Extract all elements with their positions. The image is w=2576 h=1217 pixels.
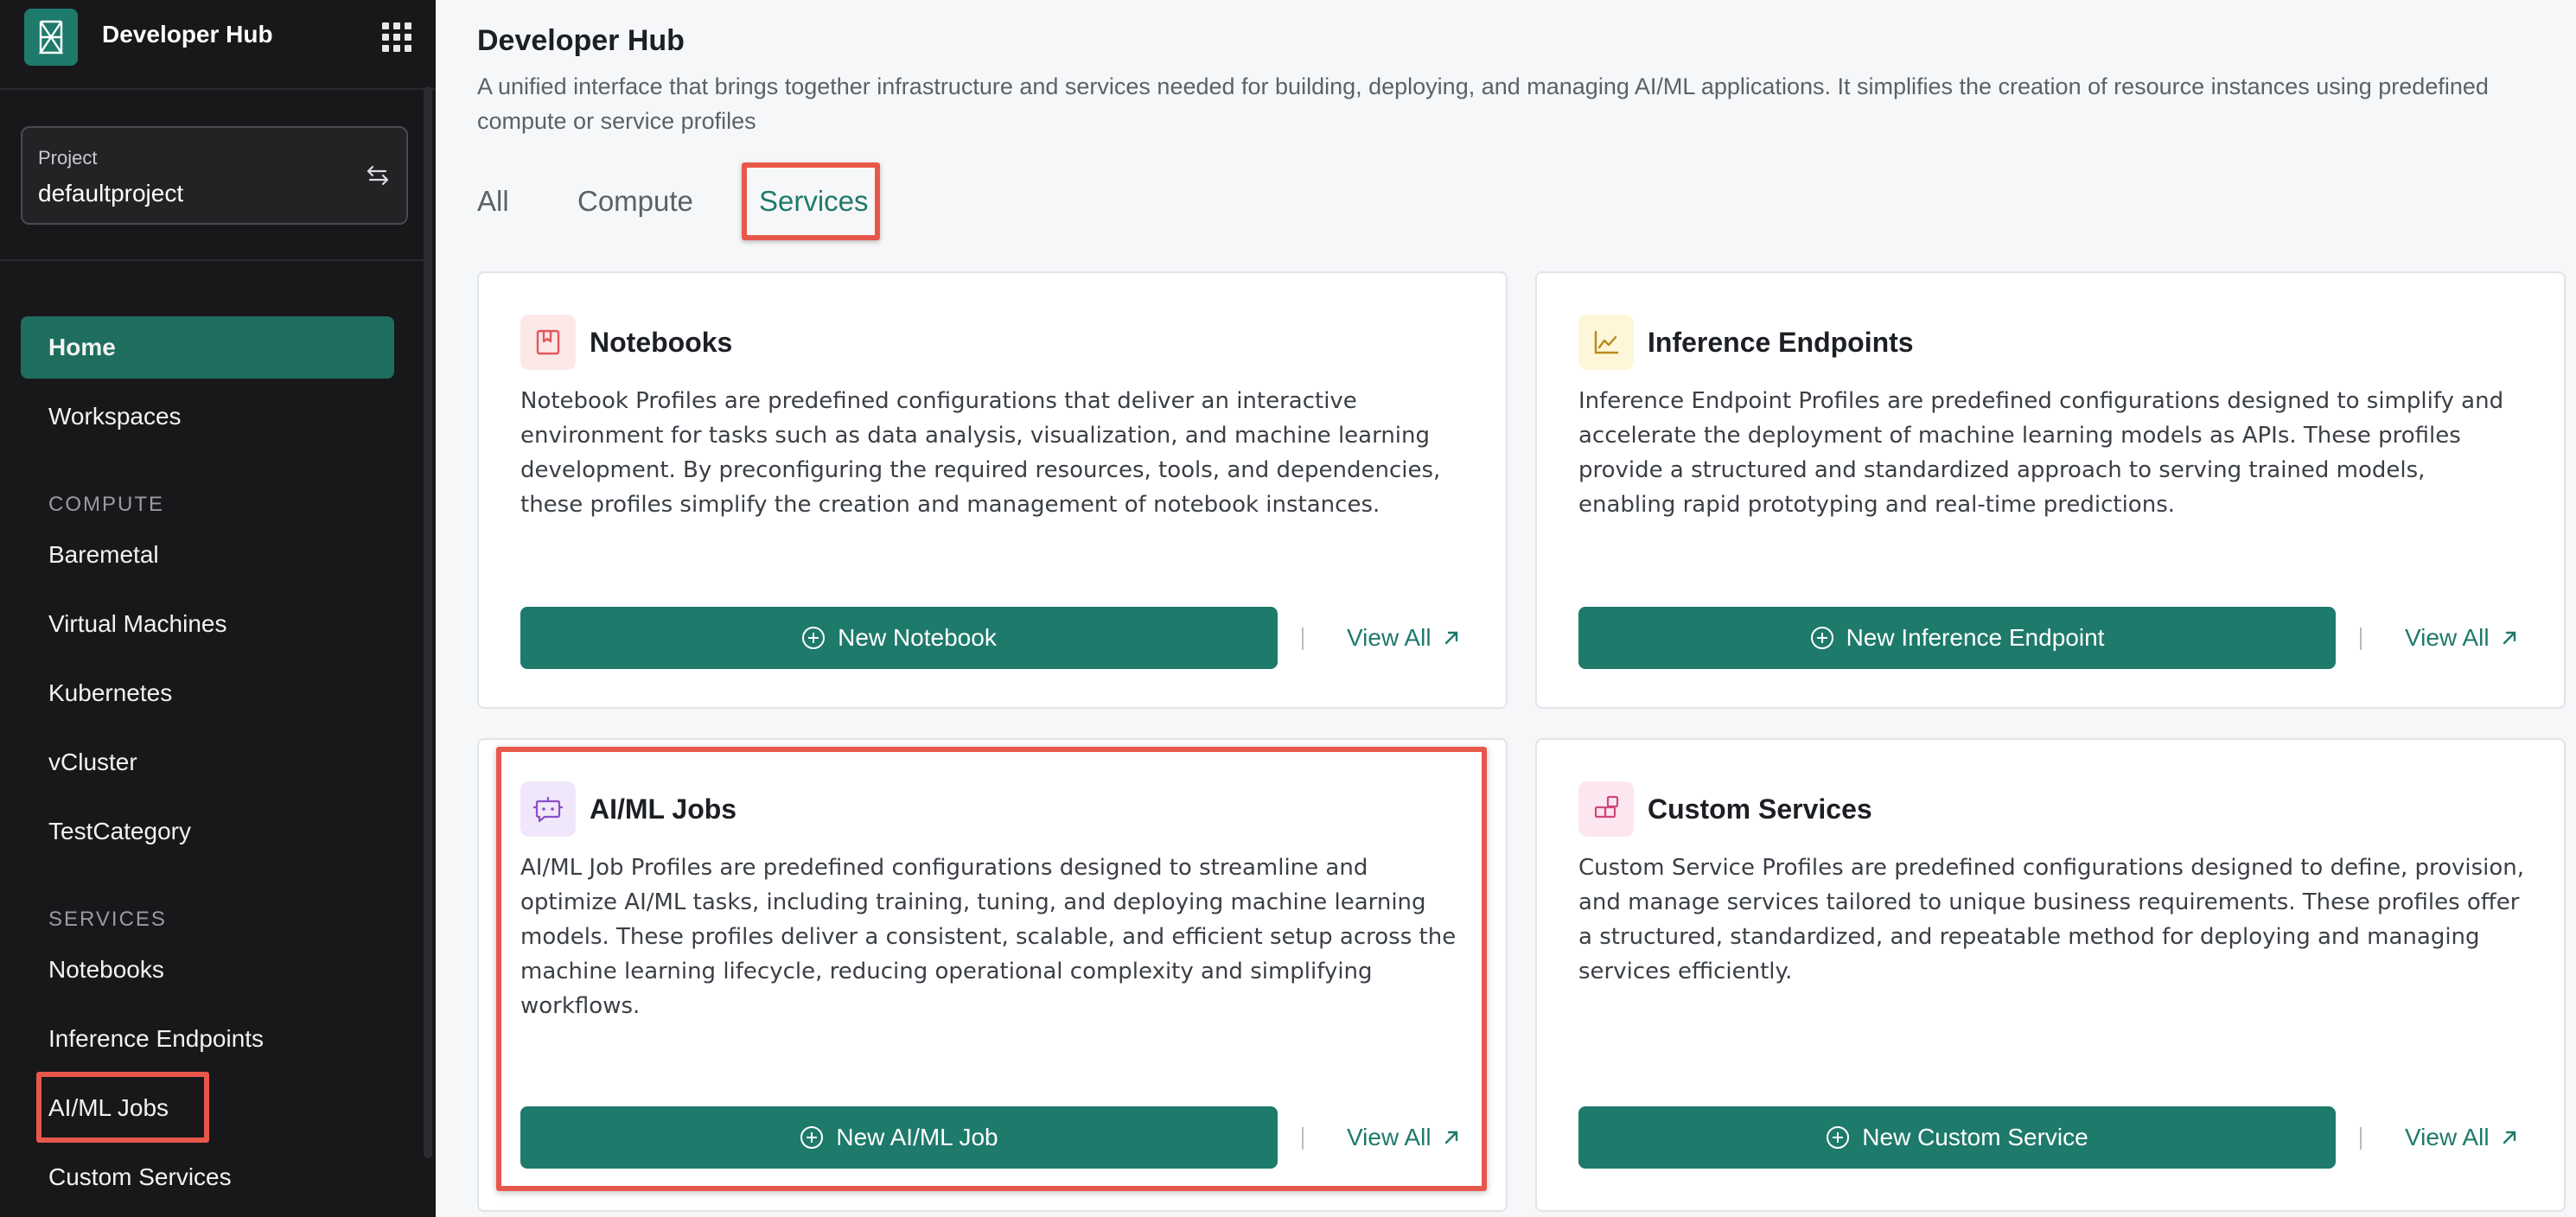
highlight-box-services-tab (742, 162, 880, 240)
link-label: View All (1347, 624, 1431, 651)
sidebar-item-baremetal[interactable]: Baremetal (21, 524, 394, 586)
card-title: Inference Endpoints (1648, 327, 1914, 358)
tab-all[interactable]: All (477, 185, 509, 218)
link-label: View All (2405, 624, 2490, 651)
plus-circle-icon (802, 627, 826, 649)
page-description: A unified interface that brings together… (477, 73, 2489, 134)
sidebar-section-services: SERVICES (48, 908, 167, 931)
card-description: Custom Service Profiles are predefined c… (1578, 855, 2525, 984)
plus-circle-icon (1827, 1126, 1850, 1149)
button-label: New Custom Service (1862, 1124, 2088, 1150)
sidebar-item-kubernetes[interactable]: Kubernetes (21, 662, 394, 724)
card-custom-services: Custom Services Custom Service Profiles … (1535, 738, 2566, 1212)
card-title: Custom Services (1648, 793, 1872, 825)
tab-compute[interactable]: Compute (577, 185, 693, 218)
sidebar-section-compute: COMPUTE (48, 493, 164, 516)
app-logo-icon[interactable] (24, 9, 78, 66)
link-label: View All (2405, 1124, 2490, 1150)
plus-circle-icon (1810, 627, 1833, 649)
arrow-up-right-icon (2503, 631, 2515, 645)
sidebar-scrollbar[interactable] (424, 86, 432, 1158)
new-custom-service-button[interactable]: New Custom Service (1578, 1106, 2336, 1169)
arrow-up-right-icon (1444, 631, 1457, 645)
blocks-icon (1578, 781, 1634, 837)
app-title: Developer Hub (102, 21, 273, 48)
sidebar-item-notebooks[interactable]: Notebooks (21, 939, 394, 1001)
highlight-box-aiml-jobs-nav (36, 1072, 209, 1143)
arrow-up-right-icon (2503, 1131, 2515, 1144)
new-inference-endpoint-button[interactable]: New Inference Endpoint (1578, 607, 2336, 669)
project-value: defaultproject (38, 180, 184, 207)
view-all-inference-endpoints-link[interactable]: View All (2405, 624, 2519, 652)
project-label: Project (38, 147, 98, 169)
sidebar-item-testcategory[interactable]: TestCategory (21, 800, 394, 863)
new-notebook-button[interactable]: New Notebook (520, 607, 1278, 669)
separator (1302, 628, 1304, 650)
app-grid-icon[interactable] (382, 22, 411, 52)
line-chart-icon (1578, 315, 1634, 370)
swap-icon[interactable] (363, 161, 392, 190)
separator (2360, 1127, 2362, 1150)
sidebar-brand: Developer Hub (0, 0, 436, 90)
view-all-notebooks-link[interactable]: View All (1347, 624, 1461, 652)
sidebar-item-vcluster[interactable]: vCluster (21, 731, 394, 793)
card-inference-endpoints: Inference Endpoints Inference Endpoint P… (1535, 271, 2566, 709)
button-label: New Inference Endpoint (1846, 624, 2105, 651)
bookmark-icon (520, 315, 576, 370)
project-selector[interactable]: Project defaultproject (21, 126, 408, 225)
sidebar: Developer Hub Project defaultproject Hom… (0, 0, 436, 1217)
card-description: Notebook Profiles are predefined configu… (520, 388, 1441, 518)
page-title: Developer Hub (477, 24, 685, 57)
sidebar-divider (0, 259, 424, 261)
sidebar-item-home[interactable]: Home (21, 316, 394, 379)
view-all-custom-services-link[interactable]: View All (2405, 1124, 2519, 1151)
sidebar-item-virtual-machines[interactable]: Virtual Machines (21, 593, 394, 655)
sidebar-item-workspaces[interactable]: Workspaces (21, 385, 394, 448)
card-title: Notebooks (590, 327, 733, 358)
sidebar-item-inference-endpoints[interactable]: Inference Endpoints (21, 1008, 394, 1070)
highlight-box-aiml-jobs-card (496, 747, 1487, 1191)
card-notebooks: Notebooks Notebook Profiles are predefin… (477, 271, 1508, 709)
sidebar-item-custom-services[interactable]: Custom Services (21, 1146, 394, 1208)
separator (2360, 628, 2362, 650)
card-description: Inference Endpoint Profiles are predefin… (1578, 388, 2504, 518)
button-label: New Notebook (838, 624, 997, 651)
